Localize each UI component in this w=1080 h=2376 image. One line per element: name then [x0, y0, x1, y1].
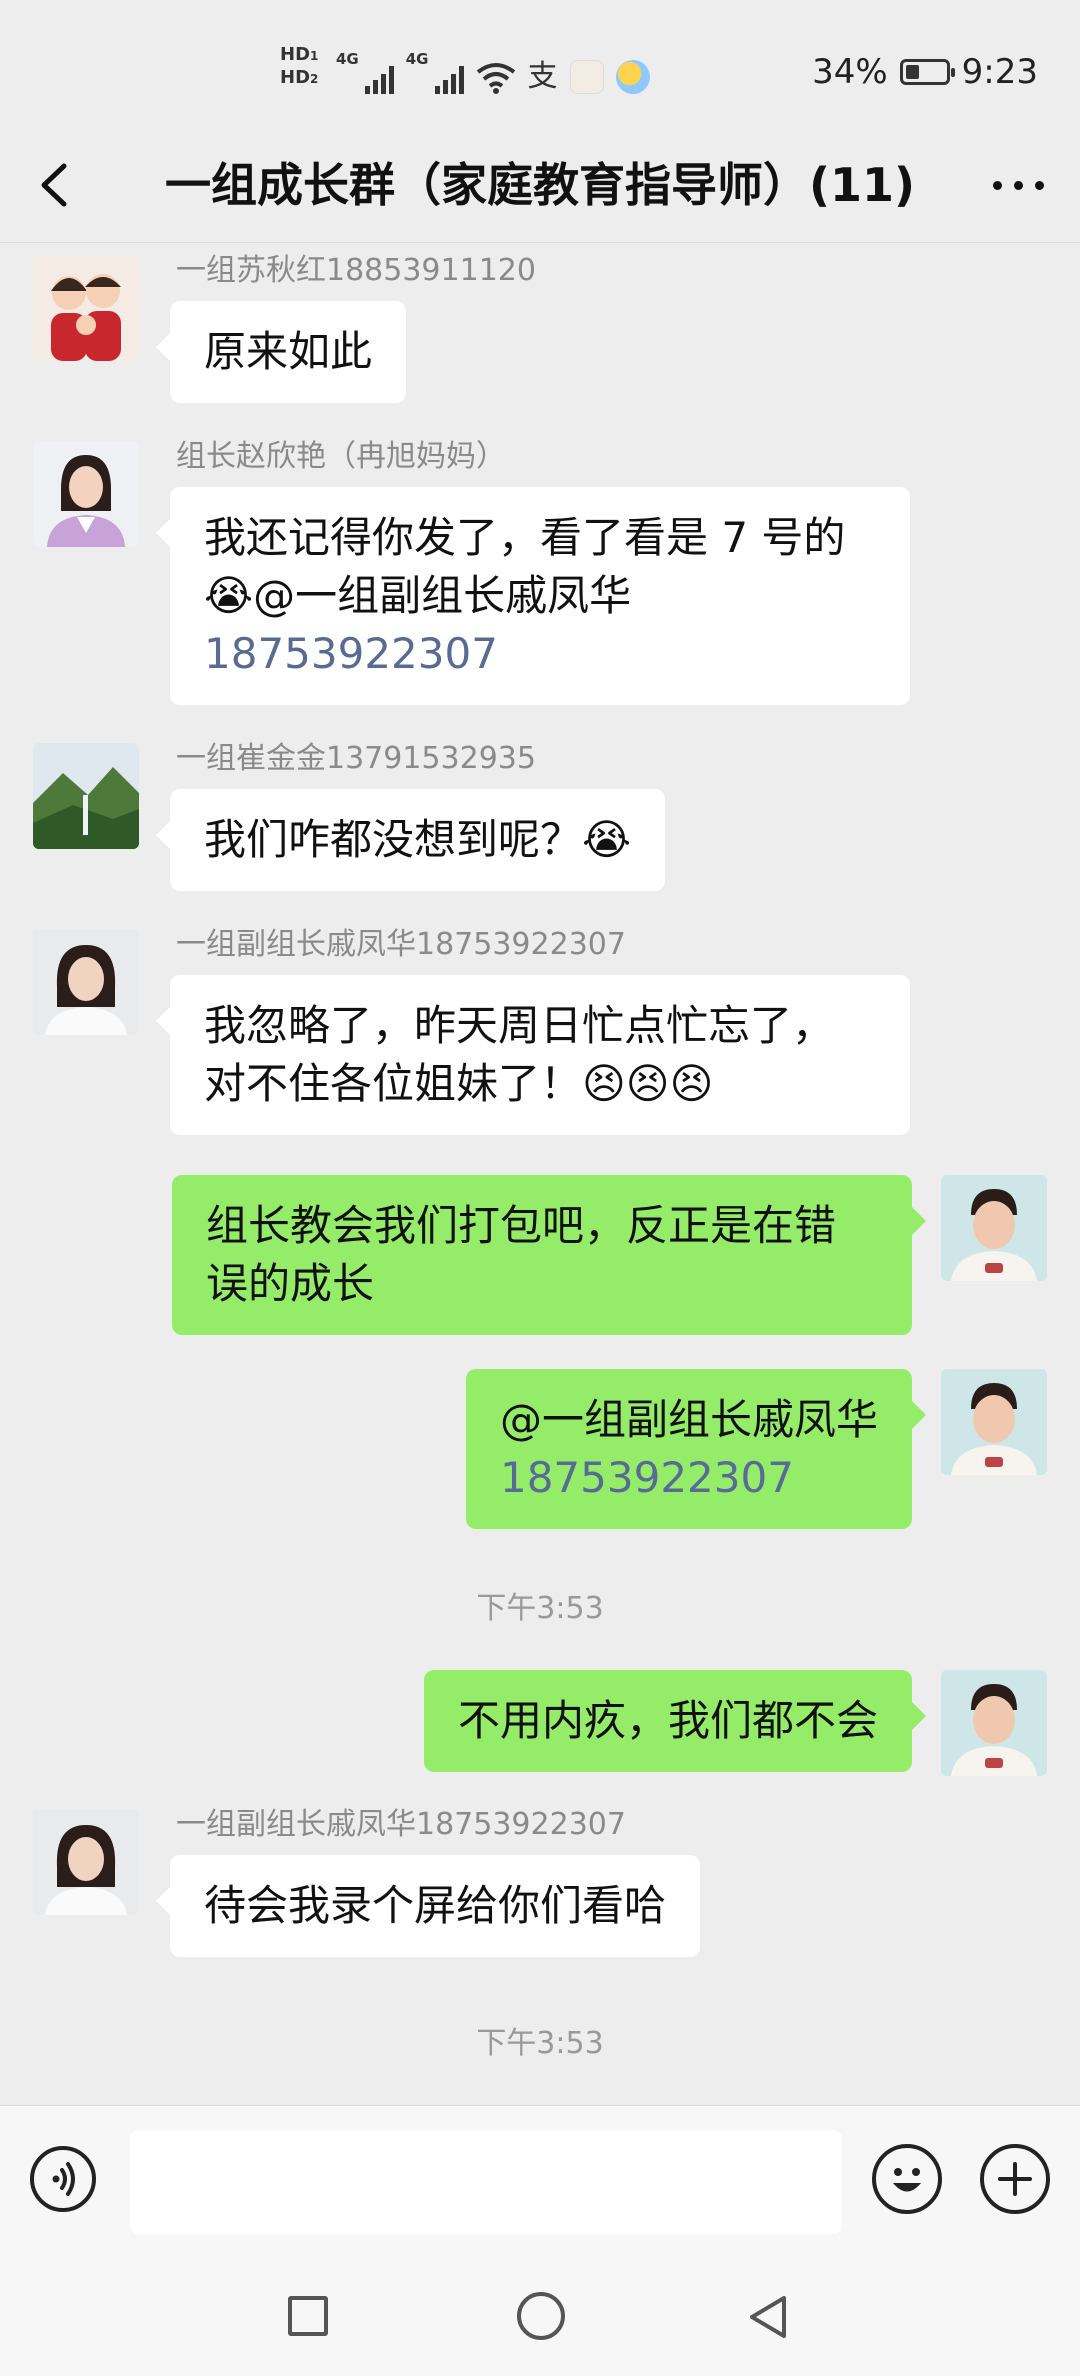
network-type-label: 4G — [336, 50, 359, 68]
mention-text[interactable]: @一组副组长戚凤华 — [500, 1391, 878, 1449]
sender-name: 一组苏秋红18853911120 — [176, 253, 536, 288]
voice-icon — [52, 2162, 75, 2196]
more-button[interactable] — [982, 152, 1054, 218]
signal-icon — [364, 64, 394, 94]
signal-icon-2 — [434, 64, 464, 94]
weather-icon — [615, 60, 650, 94]
message-bubble[interactable]: 待会我录个屏给你们看哈 — [155, 1855, 701, 1957]
chevron-left-icon — [41, 163, 67, 207]
message-text-line: 我还记得你发了，看了看是 7 号的 — [204, 513, 846, 562]
message-text-line: 对不住各位姐妹了！😣😣😣 — [204, 1059, 714, 1108]
plus-icon — [998, 2162, 1032, 2196]
mention-phone[interactable]: 18753922307 — [500, 1449, 878, 1507]
more-dot — [1013, 180, 1023, 190]
hd-indicator: HD1 HD2 — [280, 44, 319, 88]
avatar-self[interactable] — [941, 1670, 1047, 1776]
battery-icon — [899, 59, 955, 85]
message-text: 不用内疚，我们都不会 — [457, 1696, 878, 1745]
cartoon-family-avatar — [33, 255, 139, 361]
mention-phone[interactable]: 18753922307 — [204, 625, 876, 683]
sender-name: 一组副组长戚凤华18753922307 — [176, 1807, 626, 1842]
system-navigation-bar — [0, 2252, 1080, 2376]
message-text: 我们咋都没想到呢？😭 — [204, 815, 632, 864]
status-right: 34% 9:23 — [812, 52, 1038, 92]
timestamp: 下午3:53 — [476, 1591, 604, 1626]
voice-button[interactable] — [30, 2146, 96, 2212]
home-button[interactable] — [517, 2292, 565, 2340]
mention-text[interactable]: 😭@一组副组长戚凤华 — [204, 571, 631, 620]
sender-name: 一组副组长戚凤华18753922307 — [176, 927, 626, 962]
message-text-line: 误的成长 — [206, 1259, 375, 1308]
avatar[interactable] — [33, 255, 139, 361]
system-back-button[interactable] — [746, 2292, 790, 2342]
message-bubble[interactable]: @一组副组长戚凤华 18753922307 — [465, 1369, 927, 1529]
avatar[interactable] — [33, 1809, 139, 1915]
app-notification-icon — [569, 60, 604, 94]
message-bubble[interactable]: 我们咋都没想到呢？😭 — [155, 789, 666, 891]
landscape-avatar — [33, 743, 139, 849]
self-portrait-avatar — [941, 1369, 1047, 1475]
message-bubble[interactable]: 我还记得你发了，看了看是 7 号的 😭@一组副组长戚凤华 18753922307 — [156, 487, 910, 705]
woman-smiling-avatar — [33, 929, 139, 1035]
self-portrait-avatar — [941, 1175, 1047, 1281]
recent-apps-button[interactable] — [288, 2296, 328, 2336]
message-text: 原来如此 — [204, 327, 373, 376]
alipay-icon: 支 — [527, 59, 558, 94]
chat-title: 一组成长群（家庭教育指导师）(11) — [164, 158, 916, 212]
plus-button[interactable] — [980, 2144, 1050, 2214]
message-bubble[interactable]: 组长教会我们打包吧，反正是在错 误的成长 — [172, 1175, 926, 1335]
message-list[interactable]: 一组苏秋红18853911120 原来如此 组长赵欣艳（冉旭妈妈） 我还记得你发… — [0, 243, 1080, 2105]
avatar[interactable] — [33, 929, 139, 1035]
message-bubble[interactable]: 不用内疚，我们都不会 — [423, 1670, 927, 1772]
back-button[interactable] — [26, 152, 86, 218]
smiley-icon — [893, 2168, 921, 2192]
message-text-line: 😭@一组副组长戚凤华 — [204, 567, 876, 625]
status-icons: 4G 4G 支 — [336, 50, 650, 94]
input-bar — [0, 2105, 1080, 2252]
message-input[interactable] — [130, 2130, 842, 2234]
network-type-label-2: 4G — [405, 50, 429, 68]
emoji-button[interactable] — [872, 2144, 942, 2214]
avatar-self[interactable] — [941, 1175, 1047, 1281]
wifi-icon — [476, 63, 515, 94]
self-portrait-avatar — [941, 1670, 1047, 1776]
chat-header: 一组成长群（家庭教育指导师）(11) — [0, 130, 1080, 243]
timestamp: 下午3:53 — [476, 2026, 604, 2061]
woman-portrait-avatar — [33, 441, 139, 547]
avatar[interactable] — [33, 743, 139, 849]
battery-level — [905, 65, 919, 79]
avatar-self[interactable] — [941, 1369, 1047, 1475]
battery-percent: 34% — [812, 52, 888, 92]
message-text: 待会我录个屏给你们看哈 — [204, 1881, 667, 1930]
message-text-line: 组长教会我们打包吧，反正是在错 — [206, 1201, 837, 1250]
sender-name: 组长赵欣艳（冉旭妈妈） — [176, 439, 506, 474]
woman-smiling-avatar — [33, 1809, 139, 1915]
message-bubble[interactable]: 我忽略了，昨天周日忙点忙忘了， 对不住各位姐妹了！😣😣😣 — [156, 975, 910, 1135]
status-bar: HD1 HD2 4G 4G 支 34% 9:23 — [0, 0, 1080, 130]
message-text-line: 我忽略了，昨天周日忙点忙忘了， — [204, 1001, 835, 1050]
message-bubble[interactable]: 原来如此 — [155, 301, 407, 403]
clock: 9:23 — [961, 52, 1038, 92]
more-dot — [1034, 180, 1044, 190]
more-dots-icon — [992, 180, 1002, 190]
avatar[interactable] — [33, 441, 139, 547]
sender-name: 一组崔金金13791532935 — [176, 741, 536, 776]
